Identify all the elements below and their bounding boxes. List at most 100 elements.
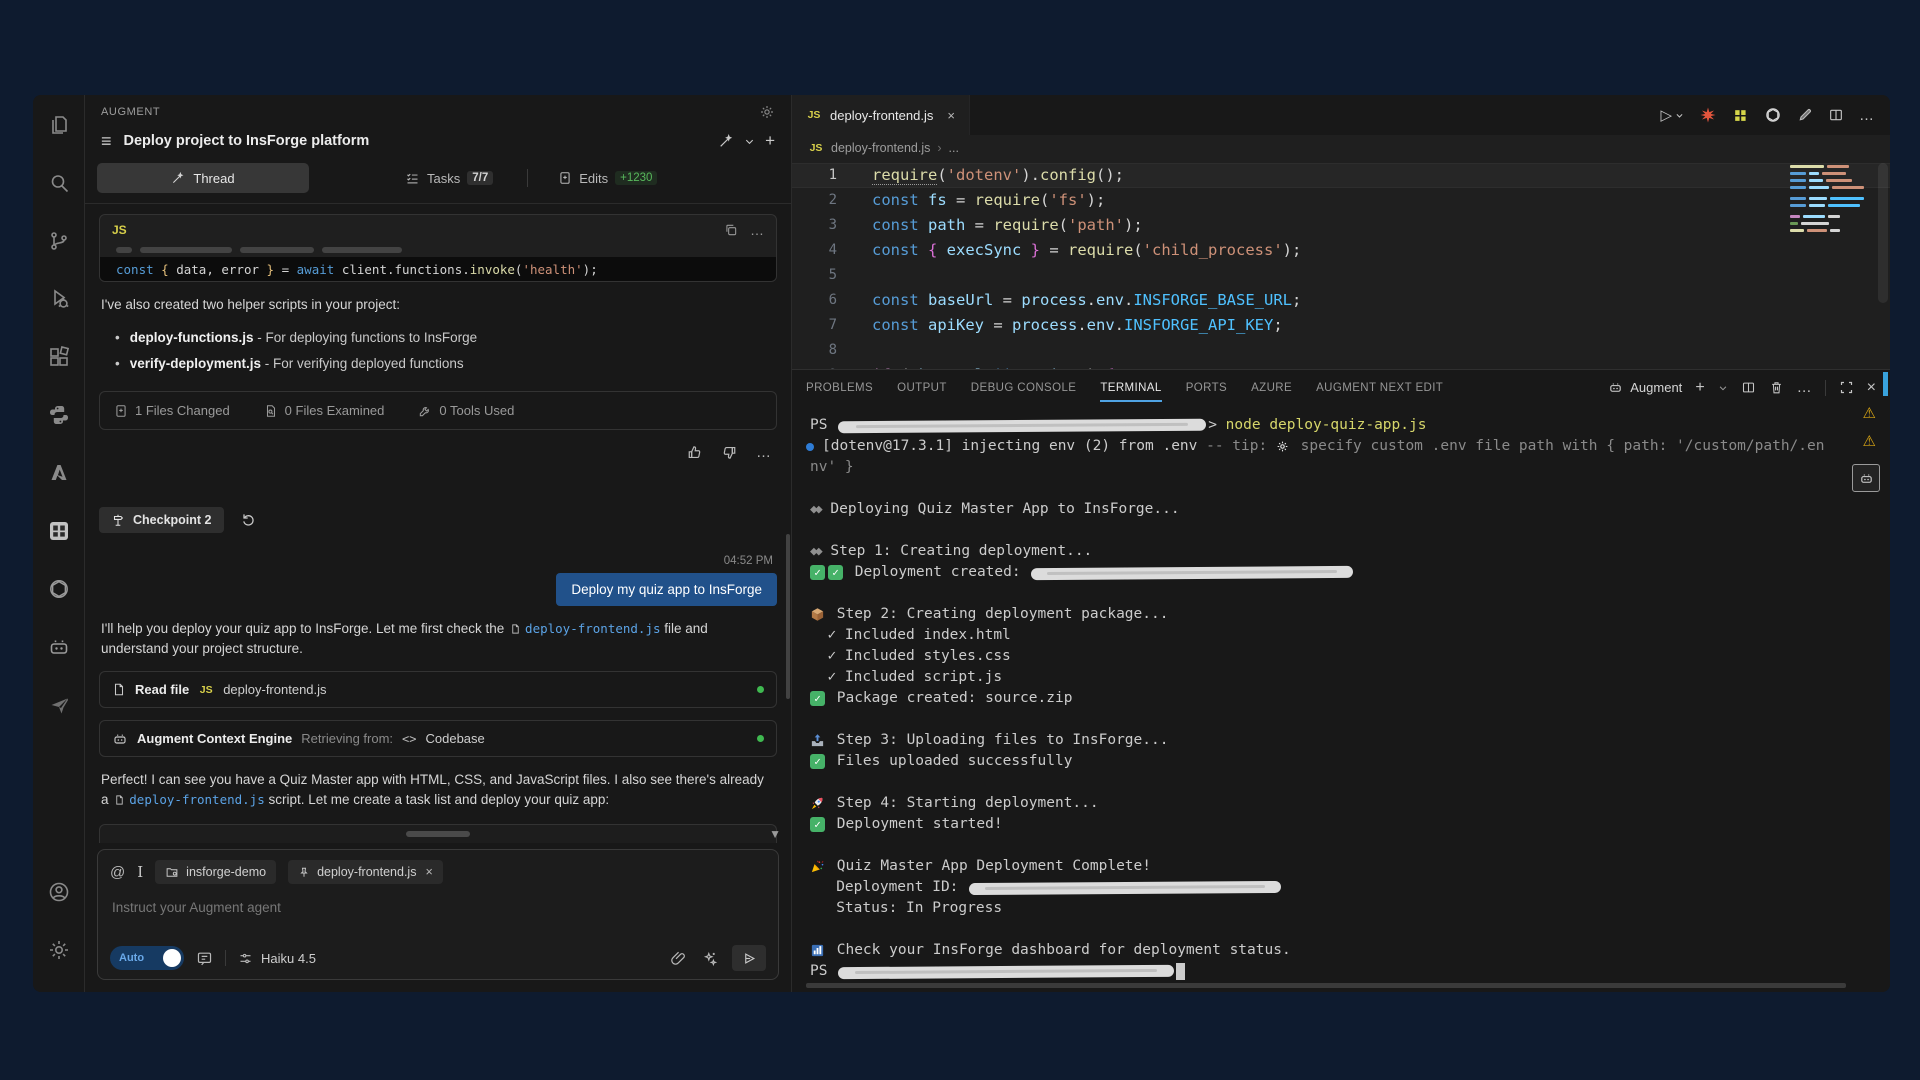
- kilo-icon[interactable]: [1732, 107, 1749, 124]
- close-icon[interactable]: ×: [947, 108, 955, 123]
- tab-deploy-frontend[interactable]: JS deploy-frontend.js ×: [792, 95, 970, 135]
- file-icon: [112, 682, 126, 697]
- code-line: 6const baseUrl = process.env.INSFORGE_BA…: [792, 288, 1890, 313]
- terminal-output[interactable]: PS > node deploy-quiz-app.js[dotenv@17.3…: [792, 405, 1890, 982]
- augment-terminal-profile[interactable]: Augment: [1608, 380, 1682, 395]
- azure-icon[interactable]: [37, 451, 81, 495]
- magic-wand-icon[interactable]: [718, 133, 734, 149]
- agent-input: @ I insforge-demo deploy-frontend.js × I…: [97, 849, 779, 980]
- auto-toggle[interactable]: Auto: [110, 946, 184, 970]
- settings-gear-icon[interactable]: [37, 928, 81, 972]
- code-editor[interactable]: 1require('dotenv').config();2const fs = …: [792, 161, 1890, 369]
- tool-call-read-file[interactable]: Read file JS deploy-frontend.js: [99, 671, 777, 708]
- user-message-bubble[interactable]: Deploy my quiz app to InsForge: [556, 573, 777, 606]
- ellipsis-icon[interactable]: …: [1859, 107, 1874, 124]
- minimap[interactable]: [1790, 165, 1864, 236]
- terminal-line: ✓ Included styles.css: [810, 646, 1890, 667]
- context-chip-file[interactable]: deploy-frontend.js ×: [288, 860, 443, 884]
- terminal-line: Step 3: Uploading files to InsForge...: [810, 730, 1890, 751]
- attach-icon[interactable]: [670, 950, 687, 967]
- panel-tab-problems[interactable]: PROBLEMS: [806, 382, 873, 394]
- scrollbar-handle[interactable]: [406, 831, 470, 837]
- pin-icon: [298, 866, 310, 879]
- run-debug-icon[interactable]: [37, 277, 81, 321]
- panel-tab-terminal[interactable]: TERMINAL: [1100, 382, 1161, 394]
- arrow-extension-icon[interactable]: [37, 683, 81, 727]
- breadcrumb[interactable]: JS deploy-frontend.js › ...: [792, 135, 1890, 161]
- augment-next-edit-button[interactable]: [1852, 464, 1880, 492]
- split-editor-icon[interactable]: [1828, 107, 1844, 123]
- agent-input-placeholder[interactable]: Instruct your Augment agent: [112, 900, 764, 915]
- thumbs-up-icon[interactable]: [686, 444, 703, 461]
- more-actions-icon[interactable]: …: [756, 444, 771, 461]
- tool-title: Read file: [135, 682, 189, 697]
- run-icon[interactable]: ▷: [1660, 106, 1684, 124]
- terminal-horizontal-scrollbar[interactable]: [806, 983, 1846, 988]
- send-button[interactable]: [732, 945, 766, 971]
- checkpoint-chip[interactable]: Checkpoint 2: [99, 507, 224, 533]
- terminal-line: [810, 709, 1890, 730]
- openai-icon[interactable]: [1764, 106, 1782, 124]
- tab-tasks[interactable]: Tasks 7/7: [405, 171, 493, 186]
- panel-tab-azure[interactable]: AZURE: [1251, 382, 1292, 394]
- source-control-icon[interactable]: [37, 219, 81, 263]
- search-icon[interactable]: [37, 161, 81, 205]
- chat-scrollbar[interactable]: [786, 534, 790, 699]
- model-selector[interactable]: Haiku 4.5: [238, 951, 316, 966]
- trash-icon[interactable]: [1769, 380, 1784, 395]
- editor-scrollbar[interactable]: [1878, 163, 1888, 303]
- thumbs-down-icon[interactable]: [721, 444, 738, 461]
- ellipsis-icon[interactable]: …: [1797, 379, 1812, 396]
- comment-icon[interactable]: [196, 950, 213, 967]
- text-cursor-icon[interactable]: I: [137, 863, 143, 881]
- new-terminal-icon[interactable]: +: [1695, 379, 1704, 397]
- terminal-line: [810, 583, 1890, 604]
- context-chip-workspace[interactable]: insforge-demo: [155, 860, 276, 884]
- menu-icon[interactable]: ≡: [101, 132, 112, 150]
- tab-thread-label: Thread: [193, 171, 234, 186]
- gear-icon[interactable]: [759, 104, 775, 120]
- ellipsis-icon[interactable]: …: [750, 222, 764, 238]
- pencil-icon[interactable]: [1797, 107, 1813, 123]
- tab-thread[interactable]: Thread: [97, 163, 309, 193]
- panel-tab-ports[interactable]: PORTS: [1186, 382, 1227, 394]
- augment-icon[interactable]: [37, 625, 81, 669]
- chevron-down-icon[interactable]: [1718, 383, 1728, 393]
- tab-edits[interactable]: Edits +1230: [558, 171, 657, 186]
- divider: [527, 169, 528, 187]
- account-icon[interactable]: [37, 870, 81, 914]
- panel-tab-output[interactable]: OUTPUT: [897, 382, 947, 394]
- warning-icon[interactable]: ⚠: [1863, 432, 1876, 450]
- openai-icon[interactable]: [37, 567, 81, 611]
- chat-scroll-area[interactable]: JS … const { data, error } = await clien…: [85, 203, 791, 843]
- split-terminal-icon[interactable]: [1741, 380, 1756, 395]
- file-link[interactable]: deploy-frontend.js: [112, 792, 264, 807]
- chevron-down-icon[interactable]: [744, 136, 755, 147]
- undo-icon[interactable]: [240, 512, 256, 528]
- scroll-to-bottom-button[interactable]: ▼: [769, 827, 781, 841]
- js-icon: JS: [808, 141, 824, 156]
- thread-title: Deploy project to InsForge platform: [124, 133, 707, 149]
- file-link[interactable]: deploy-frontend.js: [508, 621, 660, 636]
- terminal-line: ◆◆ Deploying Quiz Master App to InsForge…: [810, 499, 1890, 520]
- extensions-icon[interactable]: [37, 335, 81, 379]
- mention-icon[interactable]: @: [110, 864, 125, 881]
- terminal-line: ✓ Included script.js: [810, 667, 1890, 688]
- turn-stats-bar[interactable]: 1 Files Changed0 Files Examined0 Tools U…: [99, 391, 777, 430]
- explorer-icon[interactable]: [37, 103, 81, 147]
- redaction-scribble: [1031, 565, 1353, 579]
- scrollbar-marker[interactable]: [1883, 372, 1888, 396]
- tool-call-context-engine[interactable]: Augment Context Engine Retrieving from: …: [99, 720, 777, 757]
- panel-tab-augment-next-edit[interactable]: AUGMENT NEXT EDIT: [1316, 382, 1443, 394]
- close-icon[interactable]: ×: [425, 865, 432, 879]
- warning-icon[interactable]: ⚠: [1863, 404, 1876, 422]
- copy-icon[interactable]: [724, 223, 738, 237]
- panel-tab-debug-console[interactable]: DEBUG CONSOLE: [971, 382, 1077, 394]
- sparkles-icon[interactable]: [701, 950, 718, 967]
- code-tag-icon: <>: [402, 732, 416, 746]
- kilo-icon[interactable]: [37, 509, 81, 553]
- starburst-icon[interactable]: [1699, 106, 1717, 124]
- breadcrumb-more[interactable]: ...: [949, 141, 959, 155]
- new-thread-button[interactable]: +: [765, 131, 775, 151]
- python-icon[interactable]: [37, 393, 81, 437]
